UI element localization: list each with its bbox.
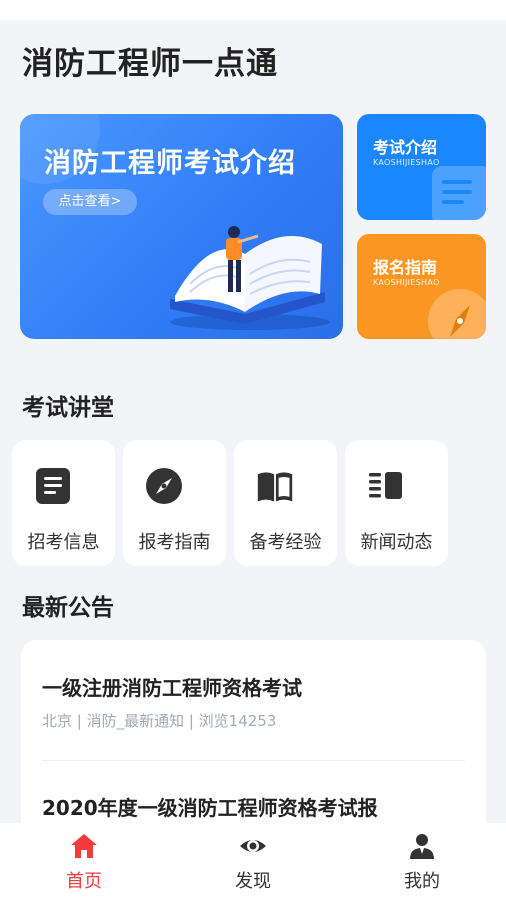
document-icon — [36, 468, 70, 504]
tab-label: 发现 — [235, 871, 271, 892]
book-icon — [257, 472, 293, 502]
lecture-item-label: 招考信息 — [27, 532, 100, 553]
notice-title: 一级注册消防工程师资格考试 — [42, 676, 302, 700]
divider — [42, 760, 465, 761]
notices-section-title: 最新公告 — [22, 595, 114, 621]
notice-meta: 北京 | 消防_最新通知 | 浏览14253 — [42, 712, 277, 730]
compass-icon — [146, 468, 182, 504]
tab-home[interactable]: 首页 — [44, 831, 124, 893]
lecture-item-news[interactable]: 新闻动态 — [345, 440, 448, 566]
registration-guide-card-title: 报名指南 — [373, 258, 438, 277]
notice-title: 2020年度一级消防工程师资格考试报 — [42, 796, 378, 820]
notices-list: 一级注册消防工程师资格考试 北京 | 消防_最新通知 | 浏览14253 202… — [21, 640, 486, 840]
lecture-item-recruitment[interactable]: 招考信息 — [12, 440, 115, 566]
page-title: 消防工程师一点通 — [22, 46, 278, 82]
home-icon — [71, 834, 97, 858]
exam-intro-banner[interactable]: 消防工程师考试介绍 点击查看> — [20, 114, 343, 339]
list-icon — [432, 166, 486, 220]
lecture-item-guide[interactable]: 报考指南 — [123, 440, 226, 566]
tab-label: 首页 — [66, 871, 102, 892]
lecture-item-label: 新闻动态 — [360, 532, 433, 553]
exam-intro-card[interactable]: 考试介绍 KAOSHIJIESHAO — [357, 114, 486, 220]
news-icon — [369, 472, 402, 499]
registration-guide-card[interactable]: 报名指南 KAOSHIJIESHAO — [357, 234, 486, 339]
exam-intro-card-title: 考试介绍 — [373, 138, 438, 157]
lecture-item-experience[interactable]: 备考经验 — [234, 440, 337, 566]
eye-icon — [240, 840, 266, 852]
tab-label: 我的 — [404, 871, 440, 892]
lecture-item-label: 备考经验 — [249, 532, 322, 553]
tab-profile[interactable]: 我的 — [382, 831, 462, 893]
user-icon — [410, 834, 434, 859]
lecture-section-title: 考试讲堂 — [22, 395, 114, 421]
compass-icon — [428, 289, 486, 339]
bottom-tab-bar: 首页 发现 我的 — [0, 823, 506, 900]
banner-view-button[interactable]: 点击查看> — [43, 189, 137, 215]
tab-discover[interactable]: 发现 — [213, 831, 293, 893]
open-book-illustration — [170, 226, 330, 330]
lecture-item-label: 报考指南 — [138, 532, 211, 553]
status-bar — [0, 0, 506, 20]
banner-title: 消防工程师考试介绍 — [44, 148, 296, 179]
